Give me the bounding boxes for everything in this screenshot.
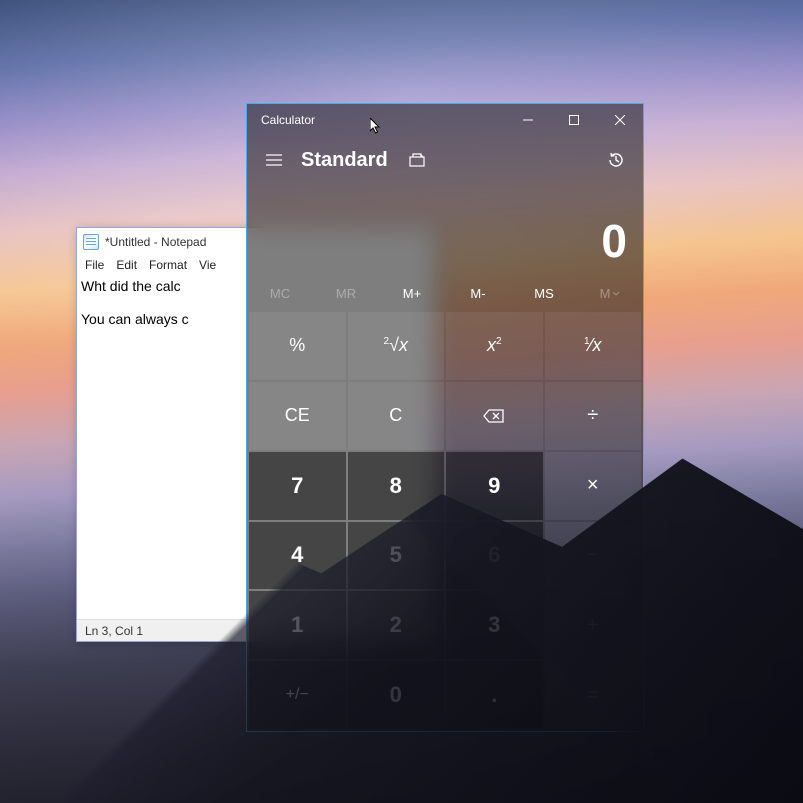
- key-sqrt[interactable]: 2√x: [348, 312, 445, 380]
- key-equals[interactable]: =: [545, 661, 642, 729]
- menu-edit[interactable]: Edit: [116, 258, 137, 272]
- keypad: % 2√x x2 1⁄x CE C ÷ 7 8 9 × 4 5 6 − 1 2 …: [247, 310, 643, 731]
- key-decimal[interactable]: .: [446, 661, 543, 729]
- memory-recall[interactable]: MR: [313, 286, 379, 301]
- memory-clear[interactable]: MC: [247, 286, 313, 301]
- key-square[interactable]: x2: [446, 312, 543, 380]
- key-9[interactable]: 9: [446, 452, 543, 520]
- key-0[interactable]: 0: [348, 661, 445, 729]
- close-button[interactable]: [597, 104, 643, 136]
- mouse-cursor-icon: [370, 118, 382, 136]
- memory-plus[interactable]: M+: [379, 286, 445, 301]
- key-percent[interactable]: %: [249, 312, 346, 380]
- mode-label: Standard: [301, 149, 388, 172]
- key-8[interactable]: 8: [348, 452, 445, 520]
- memory-list[interactable]: M: [577, 286, 643, 301]
- minimize-button[interactable]: [505, 104, 551, 136]
- key-minus[interactable]: −: [545, 522, 642, 590]
- key-c[interactable]: C: [348, 382, 445, 450]
- menu-file[interactable]: File: [85, 258, 104, 272]
- memory-row: MC MR M+ M- MS M: [247, 276, 643, 310]
- notepad-title: *Untitled - Notepad: [105, 235, 206, 249]
- key-6[interactable]: 6: [446, 522, 543, 590]
- notepad-line-3: You can always c: [81, 311, 189, 327]
- calculator-titlebar[interactable]: Calculator: [247, 104, 643, 136]
- key-multiply[interactable]: ×: [545, 452, 642, 520]
- key-3[interactable]: 3: [446, 591, 543, 659]
- key-backspace[interactable]: [446, 382, 543, 450]
- menu-view[interactable]: Vie: [199, 258, 216, 272]
- key-2[interactable]: 2: [348, 591, 445, 659]
- notepad-line-1: Wht did the calc: [81, 278, 181, 294]
- key-1[interactable]: 1: [249, 591, 346, 659]
- key-5[interactable]: 5: [348, 522, 445, 590]
- memory-store[interactable]: MS: [511, 286, 577, 301]
- key-divide[interactable]: ÷: [545, 382, 642, 450]
- key-ce[interactable]: CE: [249, 382, 346, 450]
- menu-format[interactable]: Format: [149, 258, 187, 272]
- calculator-title: Calculator: [247, 113, 315, 127]
- display-value: 0: [601, 214, 627, 268]
- notepad-app-icon: [83, 234, 99, 250]
- notepad-cursor-pos: Ln 3, Col 1: [85, 624, 143, 638]
- maximize-button[interactable]: [551, 104, 597, 136]
- calculator-window[interactable]: Calculator Standard 0 MC MR M+ M- MS M: [246, 103, 644, 732]
- history-button[interactable]: [603, 147, 629, 173]
- memory-minus[interactable]: M-: [445, 286, 511, 301]
- keep-on-top-button[interactable]: [404, 147, 430, 173]
- key-negate[interactable]: +/−: [249, 661, 346, 729]
- key-7[interactable]: 7: [249, 452, 346, 520]
- hamburger-menu-button[interactable]: [261, 147, 287, 173]
- key-plus[interactable]: +: [545, 591, 642, 659]
- calculator-header: Standard: [247, 140, 643, 180]
- key-4[interactable]: 4: [249, 522, 346, 590]
- calculator-display: 0: [247, 180, 643, 276]
- key-reciprocal[interactable]: 1⁄x: [545, 312, 642, 380]
